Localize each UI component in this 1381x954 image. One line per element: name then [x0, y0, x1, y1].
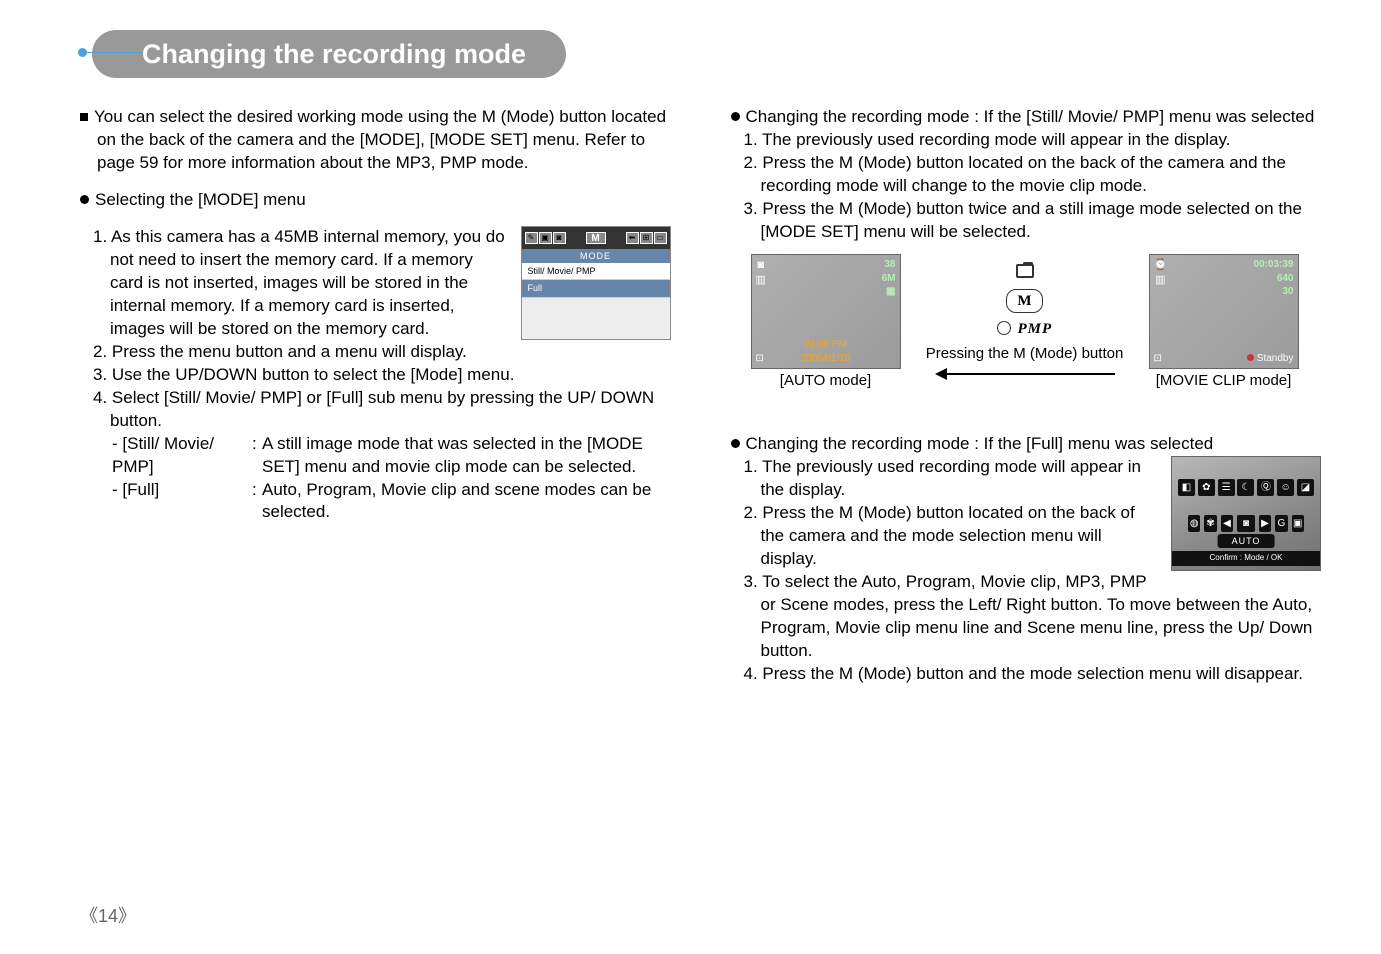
- movie-mode-thumb: ⌚▥ 00:03:39 640 30 ⊡ Standby: [1149, 254, 1299, 369]
- intro-text: You can select the desired working mode …: [94, 107, 666, 172]
- scene-icon: ☾: [1237, 479, 1254, 496]
- shots-count: 38: [884, 259, 895, 270]
- mid-caption: Pressing the M (Mode) button: [925, 344, 1125, 364]
- mode-icon: ✾: [1204, 515, 1216, 532]
- def-full: - [Full] : Auto, Program, Movie clip and…: [80, 479, 671, 525]
- auto-mode-col: ◙▥ 38 6M ▦ ⊡ 01:00 PM 2006/01/10 [AUTO m…: [751, 254, 901, 391]
- camera-icon: ◙▥: [756, 258, 766, 288]
- date-label: 2006/01/10: [800, 353, 850, 364]
- page-number: 《14》: [80, 904, 136, 928]
- rec-dot-icon: [1247, 354, 1254, 361]
- auto-mode-thumb: ◙▥ 38 6M ▦ ⊡ 01:00 PM 2006/01/10: [751, 254, 901, 369]
- title-line: [83, 52, 141, 53]
- scene-icon: Ⓠ: [1257, 479, 1274, 496]
- mini-subheader: MODE: [522, 249, 670, 263]
- bl-icons: ⊡: [756, 352, 764, 366]
- mode-menu-mini-screenshot: ✎ ▣ ◙ M ⬅ ⊞ ▭ MODE Still/ Movie/ PMP Ful…: [521, 226, 671, 340]
- hdr-icon: ◙: [553, 232, 566, 244]
- title-bar: Changing the recording mode: [92, 30, 566, 78]
- hdr-icon: ▭: [654, 232, 667, 244]
- auto-caption: [AUTO mode]: [751, 371, 901, 391]
- movie-mode-col: ⌚▥ 00:03:39 640 30 ⊡ Standby [MOVIE CLIP…: [1149, 254, 1299, 391]
- left-step-3: 3. Use the UP/DOWN button to select the …: [80, 364, 671, 387]
- mode-name-label: AUTO: [1218, 534, 1275, 548]
- bl-icons: ⊡: [1154, 352, 1162, 366]
- change-mode-1-heading: Changing the recording mode : If the [St…: [731, 106, 1322, 129]
- ch2-step-4: 4. Press the M (Mode) button and the mod…: [731, 663, 1322, 686]
- camera-outline-icon: [1016, 264, 1034, 278]
- round-bullet-icon: [80, 195, 89, 204]
- rotate-icon: [997, 321, 1011, 335]
- standby-label: Standby: [1257, 353, 1294, 364]
- m-icon: M: [586, 232, 606, 244]
- ch1-step-2: 2. Press the M (Mode) button located on …: [731, 152, 1322, 198]
- nav-left-icon: ◀: [1221, 515, 1233, 532]
- full-mode-menu-thumb: ◧ ✿ ☰ ☾ Ⓠ ☺ ◪ ◍ ✾ ◀ ◙ ▶ G ▣ AUTO Confirm…: [1171, 456, 1321, 571]
- time-label: 01:00 PM: [804, 339, 847, 350]
- rec-time: 00:03:39: [1253, 259, 1293, 270]
- hdr-icon: ⊞: [640, 232, 653, 244]
- movie-icon: ⌚▥: [1154, 258, 1168, 288]
- hdr-icon: ▣: [539, 232, 552, 244]
- arrow-left-icon: [935, 368, 1115, 380]
- select-mode-heading: Selecting the [MODE] menu: [80, 189, 671, 212]
- round-bullet-icon: [731, 439, 740, 448]
- m-button-label: M: [1006, 289, 1042, 313]
- mode-icon: ▣: [1292, 515, 1304, 532]
- scene-icon: ◧: [1178, 479, 1195, 496]
- right-column: Changing the recording mode : If the [St…: [731, 106, 1322, 685]
- left-column: You can select the desired working mode …: [80, 106, 671, 685]
- mode-change-diagram: ◙▥ 38 6M ▦ ⊡ 01:00 PM 2006/01/10 [AUTO m…: [751, 254, 1322, 391]
- round-bullet-icon: [731, 112, 740, 121]
- left-step-4: 4. Select [Still/ Movie/ PMP] or [Full] …: [80, 387, 671, 433]
- quality-icon: ▦: [886, 286, 895, 297]
- square-bullet-icon: [80, 113, 88, 121]
- intro-paragraph: You can select the desired working mode …: [80, 106, 671, 175]
- hdr-icon: ⬅: [626, 232, 639, 244]
- mode-icon: ◍: [1188, 515, 1200, 532]
- selected-mode-icon: ◙: [1237, 515, 1255, 532]
- ch1-step-3: 3. Press the M (Mode) button twice and a…: [731, 198, 1322, 244]
- video-res: 640: [1277, 273, 1294, 284]
- mini-row: Still/ Movie/ PMP: [522, 263, 670, 280]
- scene-icon: ☺: [1277, 479, 1294, 496]
- def-still-movie-pmp: - [Still/ Movie/ PMP] : A still image mo…: [80, 433, 671, 479]
- resolution-label: 6M: [882, 273, 896, 284]
- fps-label: 30: [1282, 286, 1293, 297]
- nav-right-icon: ▶: [1259, 515, 1271, 532]
- movie-caption: [MOVIE CLIP mode]: [1149, 371, 1299, 391]
- scene-icon: ☰: [1218, 479, 1235, 496]
- scene-icon: ✿: [1198, 479, 1215, 496]
- left-step-2: 2. Press the menu button and a menu will…: [80, 341, 671, 364]
- ch1-step-1: 1. The previously used recording mode wi…: [731, 129, 1322, 152]
- mid-diagram-col: M PMP Pressing the M (Mode) button: [925, 254, 1125, 380]
- mp3-pmp-line: PMP: [925, 319, 1125, 339]
- confirm-hint: Confirm : Mode / OK: [1172, 551, 1320, 566]
- scene-icon: ◪: [1297, 479, 1314, 496]
- ch2-step-3: 3. To select the Auto, Program, Movie cl…: [731, 571, 1322, 663]
- hdr-icon: ✎: [525, 232, 538, 244]
- page-title-container: Changing the recording mode: [92, 30, 1321, 78]
- page-title: Changing the recording mode: [142, 36, 526, 72]
- mode-icon: G: [1275, 515, 1287, 532]
- mini-row-selected: Full: [522, 280, 670, 297]
- change-mode-2-heading: Changing the recording mode : If the [Fu…: [731, 433, 1322, 456]
